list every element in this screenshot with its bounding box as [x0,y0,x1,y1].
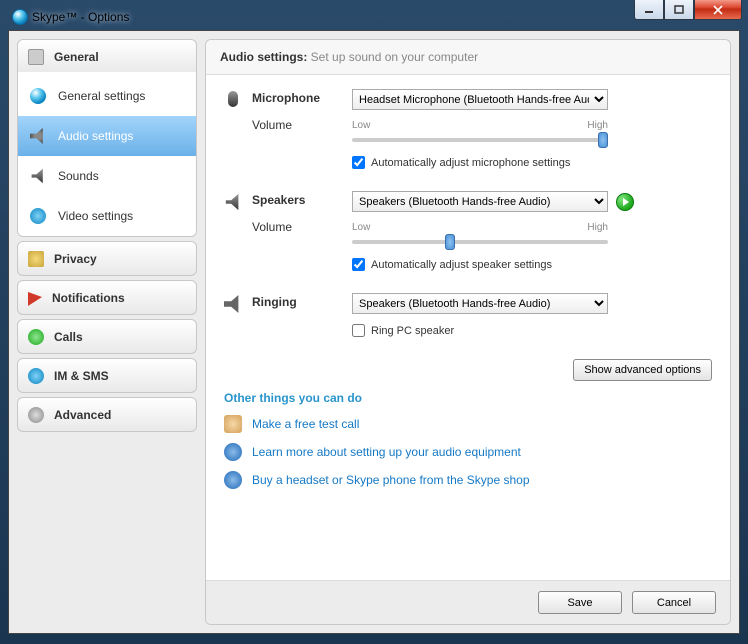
sidebar-item-label: Sounds [58,169,99,183]
microphone-volume-label: Volume [252,118,292,132]
spk-auto-adjust-row[interactable]: Automatically adjust speaker settings [352,258,712,271]
window-chrome: Skype™ - Options General General setting… [0,0,748,644]
panel-body: Microphone Headset Microphone (Bluetooth… [206,75,730,580]
spk-auto-adjust-label: Automatically adjust speaker settings [371,259,552,271]
sidebar-cat-label: Privacy [54,252,97,266]
speaker-icon [30,168,46,184]
gear-icon [28,407,44,423]
spk-volume-low: Low [352,222,370,233]
minimize-button[interactable] [634,0,664,20]
panel-header: Audio settings: Set up sound on your com… [206,40,730,75]
general-icon [28,49,44,65]
dialog-footer: Save Cancel [206,580,730,624]
window-title: Skype™ - Options [32,10,129,24]
chat-icon [28,368,44,384]
sidebar-item-label: Video settings [58,209,133,223]
other-things-title: Other things you can do [224,391,712,405]
ringing-icon [224,295,242,313]
sidebar-cat-label: IM & SMS [54,369,109,383]
link-learn-more[interactable]: Learn more about setting up your audio e… [252,445,521,459]
microphone-volume-slider[interactable] [352,138,608,142]
sidebar-cat-im-sms[interactable]: IM & SMS [17,358,197,393]
sidebar-item-label: Audio settings [58,129,133,143]
cancel-button[interactable]: Cancel [632,591,716,614]
ringing-label: Ringing [252,295,297,309]
panel-title: Audio settings: [220,50,307,64]
link-test-call[interactable]: Make a free test call [252,417,359,431]
speaker-icon [224,193,242,211]
microphone-label: Microphone [252,91,320,105]
spk-volume-high: High [587,222,608,233]
ringing-device-select[interactable]: Speakers (Bluetooth Hands-free Audio) [352,293,608,314]
save-button[interactable]: Save [538,591,622,614]
skype-icon [12,9,28,25]
microphone-icon [224,91,242,109]
mic-volume-low: Low [352,120,370,131]
flag-icon [28,292,42,306]
sidebar-item-general-settings[interactable]: General settings [18,76,196,116]
minimize-icon [644,5,654,15]
ring-pc-label: Ring PC speaker [371,325,454,337]
link-buy-headset[interactable]: Buy a headset or Skype phone from the Sk… [252,473,530,487]
sidebar-item-label: General settings [58,89,145,103]
mic-auto-adjust-row[interactable]: Automatically adjust microphone settings [352,156,712,169]
spk-auto-adjust-checkbox[interactable] [352,258,365,271]
speakers-label: Speakers [252,193,305,207]
window-buttons [634,0,742,20]
titlebar[interactable]: Skype™ - Options [8,8,740,30]
mic-auto-adjust-label: Automatically adjust microphone settings [371,157,570,169]
headset-icon [30,128,46,144]
close-button[interactable] [694,0,742,20]
show-advanced-button[interactable]: Show advanced options [573,359,712,381]
sidebar-item-video-settings[interactable]: Video settings [18,196,196,236]
lock-icon [28,251,44,267]
sidebar-cat-privacy[interactable]: Privacy [17,241,197,276]
speakers-volume-slider[interactable] [352,240,608,244]
skype-icon [30,88,46,104]
sidebar-cat-label: Notifications [52,291,125,305]
main-panel: Audio settings: Set up sound on your com… [205,39,731,625]
client-area: General General settings Audio settings … [8,30,740,634]
test-call-icon [224,415,242,433]
cart-icon [224,471,242,489]
mic-volume-high: High [587,120,608,131]
sidebar-cat-notifications[interactable]: Notifications [17,280,197,315]
speakers-volume-label: Volume [252,220,292,234]
phone-icon [28,329,44,345]
panel-subtitle: Set up sound on your computer [311,50,478,64]
help-icon [224,443,242,461]
sidebar-cat-label: Calls [54,330,83,344]
mic-auto-adjust-checkbox[interactable] [352,156,365,169]
close-icon [712,5,724,15]
speakers-device-select[interactable]: Speakers (Bluetooth Hands-free Audio) [352,191,608,212]
ring-pc-row[interactable]: Ring PC speaker [352,324,712,337]
sidebar-general-children: General settings Audio settings Sounds V… [17,72,197,237]
webcam-icon [30,208,46,224]
sidebar-cat-calls[interactable]: Calls [17,319,197,354]
sidebar-cat-advanced[interactable]: Advanced [17,397,197,432]
ring-pc-checkbox[interactable] [352,324,365,337]
maximize-button[interactable] [664,0,694,20]
sidebar-cat-label: Advanced [54,408,111,422]
sidebar-cat-general[interactable]: General [17,39,197,74]
sidebar-item-sounds[interactable]: Sounds [18,156,196,196]
sidebar-cat-label: General [54,50,99,64]
microphone-device-select[interactable]: Headset Microphone (Bluetooth Hands-free… [352,89,608,110]
maximize-icon [674,5,684,15]
sidebar-item-audio-settings[interactable]: Audio settings [18,116,196,156]
sidebar: General General settings Audio settings … [17,39,197,625]
test-speaker-button[interactable] [616,193,634,211]
